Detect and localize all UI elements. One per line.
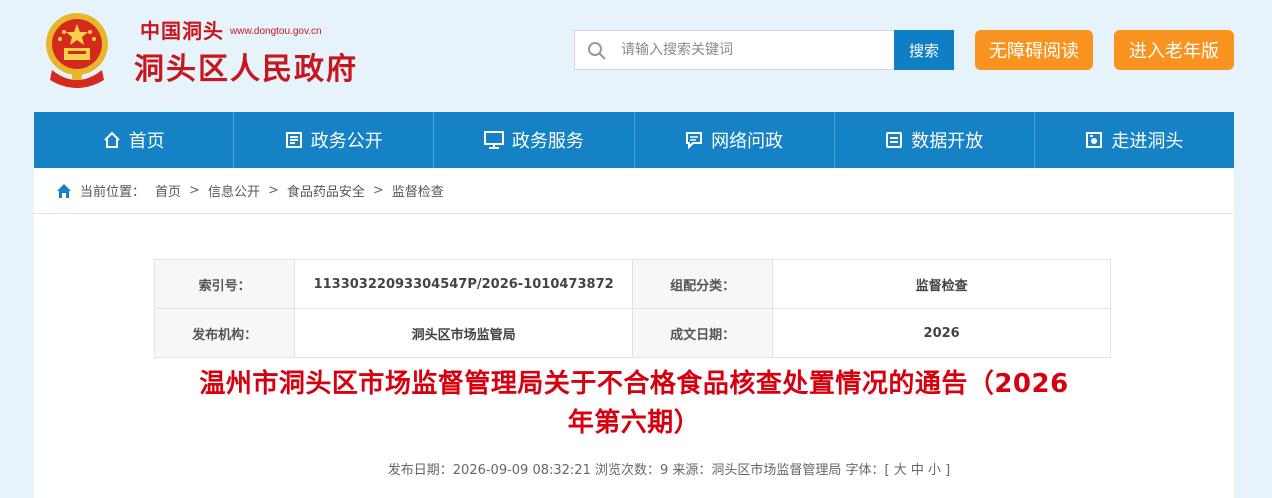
search-input[interactable] [621, 31, 891, 69]
index-value: 11330322093304547P/2026-1010473872 [294, 259, 633, 309]
breadcrumb-link-food-drug[interactable]: 食品药品安全 [287, 181, 365, 200]
site-header: 中国洞头 www.dongtou.gov.cn 洞头区人民政府 搜索 无障碍阅读… [0, 0, 1272, 112]
category-label: 组配分类： [631, 259, 774, 309]
nav-label: 数据开放 [911, 131, 984, 152]
search-icon [588, 42, 606, 60]
elder-mode-button[interactable]: 进入老年版 [1114, 30, 1234, 70]
site-url: www.dongtou.gov.cn [230, 26, 322, 37]
nav-item-home[interactable]: 首页 [34, 112, 235, 168]
nav-label: 政务服务 [511, 131, 584, 152]
table-row: 索引号： 11330322093304547P/2026-1010473872 … [153, 259, 1111, 309]
index-label: 索引号： [153, 259, 296, 309]
breadcrumb-prefix: 当前位置： [80, 185, 146, 200]
national-emblem-icon[interactable] [42, 10, 112, 88]
table-row: 发布机构： 洞头区市场监管局 成文日期： 2026 [153, 308, 1111, 358]
site-title[interactable]: 洞头区人民政府 [134, 44, 358, 88]
nav-item-open-data[interactable]: 数据开放 [835, 112, 1035, 168]
site-name-cn: 中国洞头 [140, 19, 224, 43]
search-box [574, 30, 894, 70]
nav-label: 走进洞头 [1111, 131, 1184, 152]
breadcrumb-separator: > [372, 183, 384, 198]
breadcrumb-link-home[interactable]: 首页 [155, 181, 181, 200]
breadcrumb-link-info-public[interactable]: 信息公开 [208, 181, 260, 200]
date-label: 成文日期： [631, 308, 774, 358]
breadcrumb-separator: > [267, 183, 279, 198]
message-icon [686, 132, 703, 149]
photo-icon [1086, 132, 1103, 148]
article-title: 温州市洞头区市场监督管理局关于不合格食品核查处置情况的通告（2026 年第六期） [134, 365, 1134, 443]
monitor-icon [483, 131, 504, 149]
nav-label: 首页 [128, 131, 165, 152]
home-icon [103, 131, 120, 148]
accessibility-reading-button[interactable]: 无障碍阅读 [975, 30, 1093, 70]
nav-label: 政务公开 [310, 131, 383, 152]
document-meta-table: 索引号： 11330322093304547P/2026-1010473872 … [153, 259, 1111, 358]
main-nav: 首页 政务公开 政务服务 网络问政 数据开放 走进洞头 [34, 112, 1234, 168]
breadcrumb-link-inspection[interactable]: 监督检查 [392, 181, 444, 200]
breadcrumb: 当前位置： 首页 > 信息公开 > 食品药品安全 > 监督检查 [34, 168, 1234, 214]
article-title-line2: 年第六期） [567, 408, 701, 438]
nav-item-online-inquiry[interactable]: 网络问政 [635, 112, 835, 168]
date-value: 2026 [772, 308, 1111, 358]
home-icon [57, 183, 71, 198]
nav-item-public-affairs[interactable]: 政务公开 [234, 112, 435, 168]
search-button[interactable]: 搜索 [894, 30, 954, 70]
document-icon [285, 132, 302, 148]
data-icon [886, 132, 903, 148]
publisher-value: 洞头区市场监管局 [294, 308, 633, 358]
content-panel: 当前位置： 首页 > 信息公开 > 食品药品安全 > 监督检查 索引号： 113… [34, 168, 1234, 498]
breadcrumb-separator: > [189, 183, 200, 198]
article-title-line1: 温州市洞头区市场监督管理局关于不合格食品核查处置情况的通告（2026 [199, 369, 1069, 399]
nav-item-about-dongtou[interactable]: 走进洞头 [1035, 112, 1234, 168]
publisher-label: 发布机构： [153, 308, 296, 358]
category-value: 监督检查 [772, 259, 1111, 309]
nav-item-services[interactable]: 政务服务 [434, 112, 635, 168]
nav-label: 网络问政 [711, 131, 784, 152]
article-info: 发布日期：2026-09-09 08:32:21 浏览次数：9 来源：洞头区市场… [387, 463, 951, 478]
